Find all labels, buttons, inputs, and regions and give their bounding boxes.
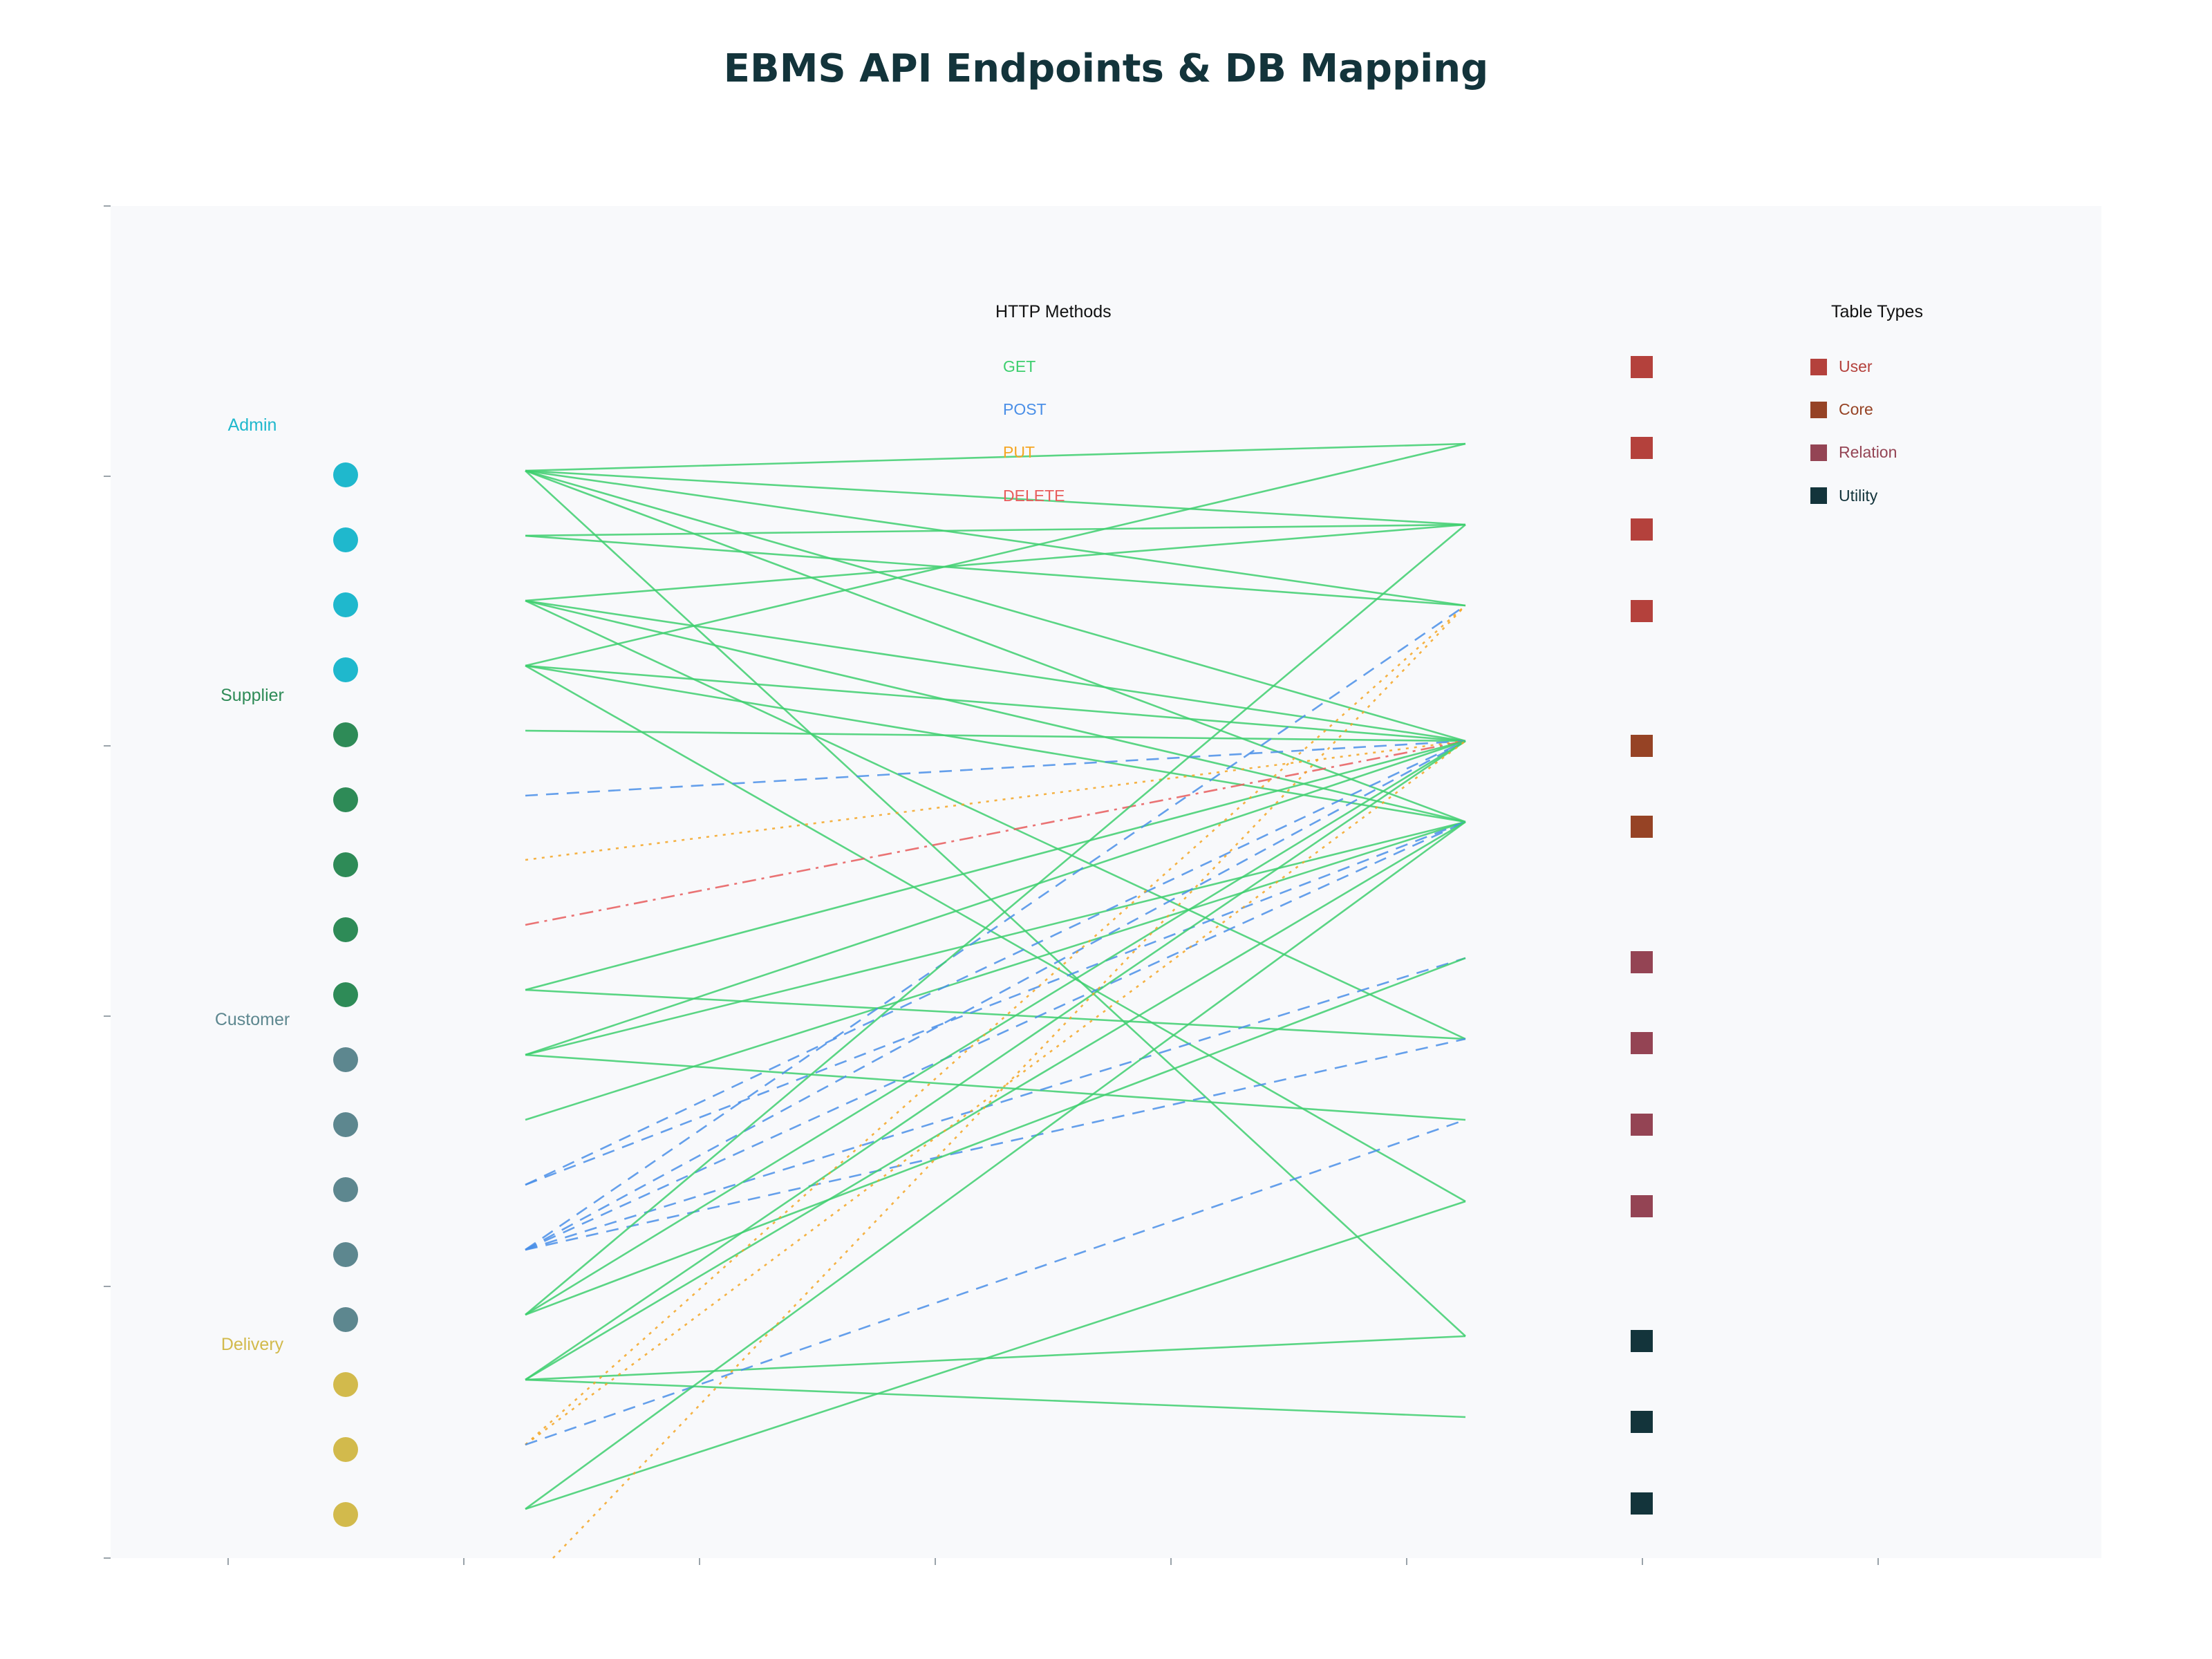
role-label-admin: Admin	[228, 415, 277, 435]
endpoint-node	[333, 462, 358, 487]
table-node	[1631, 1492, 1653, 1515]
table-node	[1631, 1330, 1653, 1352]
endpoint-node	[333, 1047, 358, 1072]
table-node	[1631, 1114, 1653, 1136]
legend-core: Core	[1839, 400, 1873, 418]
endpoint-node	[333, 982, 358, 1007]
endpoint-node	[333, 657, 358, 682]
endpoint-node	[333, 1437, 358, 1462]
endpoint-node	[333, 592, 358, 617]
table-node	[1631, 518, 1653, 541]
legend-swatch-relation	[1810, 444, 1827, 461]
endpoint-node	[333, 722, 358, 747]
diagram-title: EBMS API Endpoints & DB Mapping	[724, 46, 1488, 91]
table-node	[1631, 1195, 1653, 1217]
legend-swatch-core	[1810, 402, 1827, 418]
endpoint-node	[333, 1177, 358, 1202]
plot-area	[111, 206, 2101, 1558]
legend-utility: Utility	[1839, 487, 1878, 505]
endpoint-node	[333, 1502, 358, 1527]
legend-relation: Relation	[1839, 443, 1897, 461]
endpoint-node	[333, 787, 358, 812]
legend-get: GET	[1003, 357, 1035, 375]
legend-swatch-utility	[1810, 487, 1827, 504]
table-node	[1631, 735, 1653, 757]
legend-put: PUT	[1003, 443, 1035, 461]
table-node	[1631, 356, 1653, 378]
endpoint-node	[333, 917, 358, 942]
table-node	[1631, 600, 1653, 622]
methods-legend-title: HTTP Methods	[995, 302, 1112, 321]
api-db-mapping-diagram: EBMS API Endpoints & DB Mapping Admin Sup…	[0, 0, 2212, 1659]
legend-swatch-user	[1810, 359, 1827, 375]
endpoint-node	[333, 1242, 358, 1267]
table-node	[1631, 1411, 1653, 1433]
role-label-customer: Customer	[215, 1010, 290, 1029]
role-label-supplier: Supplier	[221, 686, 284, 705]
endpoint-node	[333, 1112, 358, 1137]
legend-user: User	[1839, 357, 1873, 375]
table-node	[1631, 1032, 1653, 1054]
table-node	[1631, 951, 1653, 973]
role-label-delivery: Delivery	[221, 1335, 284, 1354]
endpoint-node	[333, 1372, 358, 1397]
legend-post: POST	[1003, 400, 1047, 418]
table-node	[1631, 437, 1653, 459]
endpoint-node	[333, 1307, 358, 1332]
table-node	[1631, 816, 1653, 838]
legend-delete: DELETE	[1003, 487, 1065, 505]
endpoint-node	[333, 852, 358, 877]
endpoint-node	[333, 527, 358, 552]
table-types-legend-title: Table Types	[1831, 302, 1923, 321]
